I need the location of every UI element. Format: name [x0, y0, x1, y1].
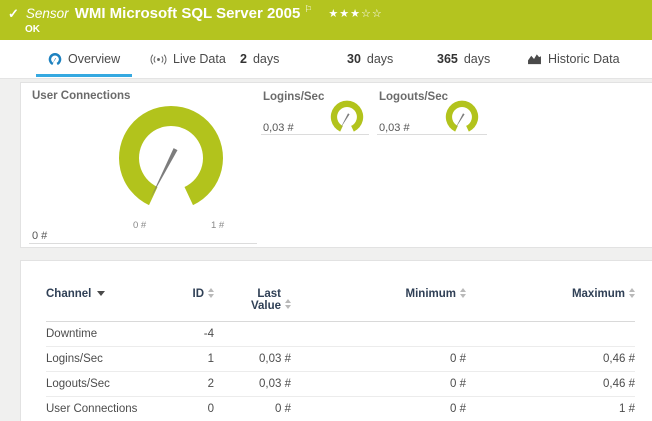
tab-live-data[interactable]: Live Data [150, 40, 226, 78]
channels-table-header: Channel ID Last Value Minimum Maximum [46, 261, 635, 322]
gauge-current-value: 0,03 # [379, 122, 410, 134]
gauge-current-value: 0 # [32, 230, 47, 242]
tab-2-days[interactable]: 2 days [240, 40, 279, 78]
stars-empty: ☆☆ [361, 8, 383, 20]
tab-bar: Overview Live Data 2 days 30 days 365 da… [0, 40, 652, 79]
cell-id: -4 [146, 328, 214, 340]
tab-historic-data[interactable]: Historic Data [527, 40, 620, 78]
table-row-logins-sec[interactable]: Logins/Sec 1 0,03 # 0 # 0,46 # [46, 347, 635, 372]
live-signal-icon [150, 53, 167, 66]
tab-365-days[interactable]: 365 days [437, 40, 490, 78]
column-header-maximum-label: Maximum [572, 288, 625, 300]
cell-id: 2 [146, 378, 214, 390]
tab-2-days-label: days [253, 52, 279, 66]
cell-minimum: 0 # [291, 378, 466, 390]
column-header-id[interactable]: ID [146, 288, 214, 312]
cell-minimum: 0 # [291, 403, 466, 415]
gauge-needle [340, 113, 350, 129]
cell-channel: Downtime [46, 328, 146, 340]
gauge-dial [329, 98, 365, 134]
gauge-divider [377, 134, 487, 135]
cell-maximum: 0,46 # [466, 378, 635, 390]
gauge-title: Logins/Sec [263, 91, 324, 103]
column-header-channel[interactable]: Channel [46, 288, 146, 312]
cell-id: 1 [146, 353, 214, 365]
table-row-user-connections[interactable]: User Connections 0 0 # 0 # 1 # [46, 397, 635, 421]
stars-filled: ★★★ [328, 8, 361, 20]
cell-channel: Logouts/Sec [46, 378, 146, 390]
sensor-title: WMI Microsoft SQL Server 2005 [75, 5, 301, 22]
gauge-needle [455, 113, 465, 129]
gauge-dial [444, 98, 480, 134]
cell-last-value: 0,03 # [214, 353, 291, 365]
cell-channel: Logins/Sec [46, 353, 146, 365]
sort-icon [460, 288, 466, 298]
cell-last-value: 0,03 # [214, 378, 291, 390]
tab-overview[interactable]: Overview [36, 40, 132, 78]
tab-365-days-label: days [464, 52, 490, 66]
sensor-status-bar: ✓ Sensor WMI Microsoft SQL Server 2005 ⚐… [0, 0, 652, 40]
tab-2-days-number: 2 [240, 52, 247, 66]
gauge-dial [116, 101, 226, 213]
sensor-title-line: ✓ Sensor WMI Microsoft SQL Server 2005 ⚐… [8, 5, 383, 22]
gauge-icon [48, 52, 62, 66]
cell-maximum: 0,46 # [466, 353, 635, 365]
tab-live-data-label: Live Data [173, 52, 226, 66]
gauges-panel: User Connections 0 # 1 # 0 # Logins/Sec … [20, 82, 652, 248]
status-ok-check-icon: ✓ [8, 6, 19, 22]
gauge-needle [151, 148, 178, 198]
sort-icon [629, 288, 635, 298]
flag-icon[interactable]: ⚐ [304, 4, 312, 15]
column-header-channel-label: Channel [46, 288, 91, 300]
tab-365-days-number: 365 [437, 52, 458, 66]
gauge-title: Logouts/Sec [379, 91, 448, 103]
gauge-current-value: 0,03 # [263, 122, 294, 134]
column-header-minimum[interactable]: Minimum [291, 288, 466, 312]
column-header-last-value-label: Last Value [237, 288, 281, 312]
column-header-last-value[interactable]: Last Value [214, 288, 291, 312]
column-header-maximum[interactable]: Maximum [466, 288, 635, 312]
area-chart-icon [527, 53, 542, 65]
channels-table-panel: Channel ID Last Value Minimum Maximum Do… [20, 260, 652, 421]
sort-icon [208, 288, 214, 298]
tab-overview-label: Overview [68, 52, 120, 66]
sensor-status-text: OK [25, 24, 40, 35]
cell-id: 0 [146, 403, 214, 415]
gauge-scale-max: 1 # [211, 220, 224, 231]
table-row-downtime[interactable]: Downtime -4 [46, 322, 635, 347]
table-row-logouts-sec[interactable]: Logouts/Sec 2 0,03 # 0 # 0,46 # [46, 372, 635, 397]
cell-maximum: 1 # [466, 403, 635, 415]
cell-channel: User Connections [46, 403, 146, 415]
cell-minimum: 0 # [291, 353, 466, 365]
cell-last-value: 0 # [214, 403, 291, 415]
tab-30-days-number: 30 [347, 52, 361, 66]
prtg-sensor-page: ✓ Sensor WMI Microsoft SQL Server 2005 ⚐… [0, 0, 652, 421]
tab-30-days[interactable]: 30 days [347, 40, 393, 78]
gauge-divider [29, 243, 257, 244]
tab-30-days-label: days [367, 52, 393, 66]
gauge-divider [261, 134, 369, 135]
priority-stars[interactable]: ★★★☆☆ [328, 7, 382, 20]
sensor-kind-label: Sensor [26, 6, 69, 21]
sort-icon [285, 299, 291, 309]
column-header-minimum-label: Minimum [406, 288, 456, 300]
chevron-down-icon [97, 291, 105, 296]
column-header-id-label: ID [193, 288, 205, 300]
gauge-scale-min: 0 # [133, 220, 146, 231]
tab-historic-data-label: Historic Data [548, 52, 620, 66]
